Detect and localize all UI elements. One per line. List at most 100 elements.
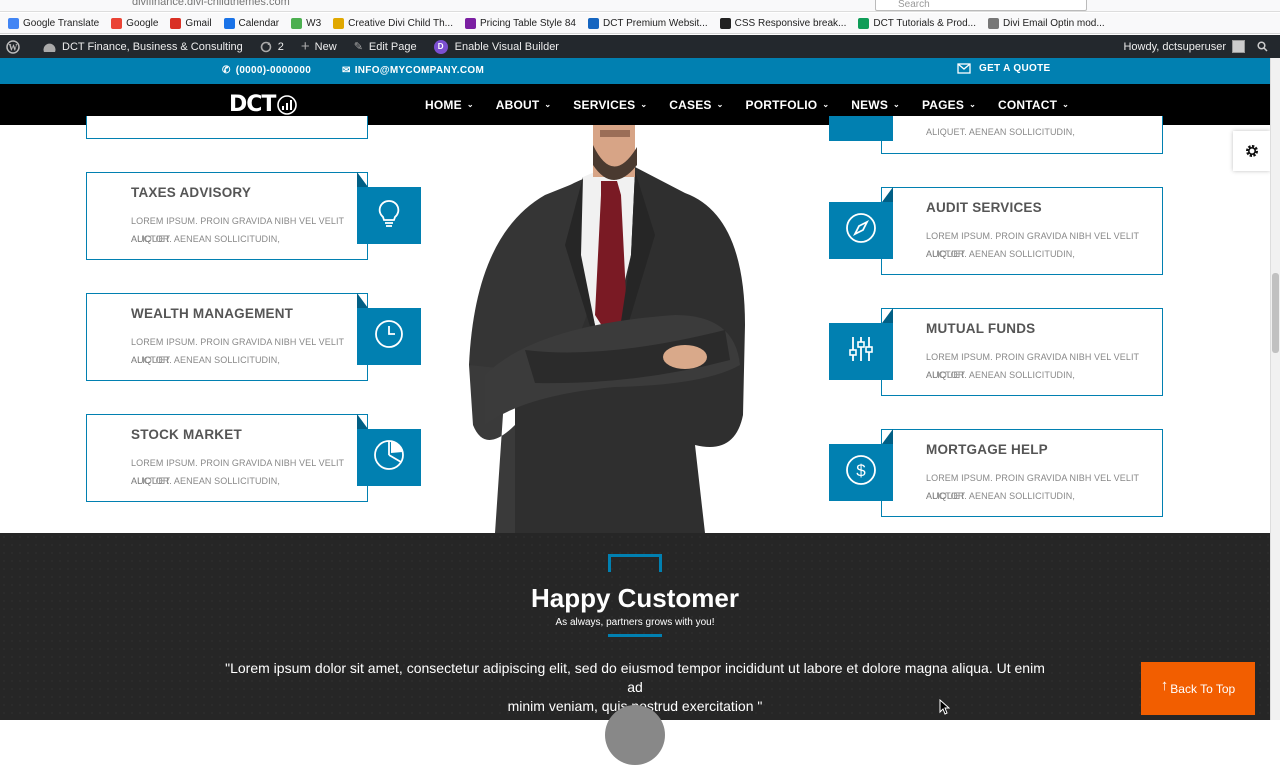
service-icon-box (829, 202, 893, 259)
wordpress-logo-icon[interactable]: W (6, 39, 26, 54)
service-title: AUDIT SERVICES (926, 200, 1042, 215)
edit-page-label: Edit Page (368, 40, 417, 53)
bookmark-item[interactable]: Pricing Table Style 84 (465, 17, 576, 29)
email-address: INFO@MYCOMPANY.COM (354, 65, 485, 76)
bookmark-item[interactable]: Google (111, 17, 159, 29)
updates-count: 2 (277, 40, 284, 53)
nav-item-pages[interactable]: PAGES ⌄ (922, 98, 976, 112)
site-name-link[interactable]: DCT Finance, Business & Consulting (43, 41, 243, 53)
back-to-top-button[interactable]: ↑ Back To Top (1141, 662, 1255, 715)
service-title: STOCK MARKET (131, 427, 242, 442)
dashboard-icon (43, 43, 56, 52)
service-card: AUDIT SERVICES LOREM IPSUM. PROIN GRAVIDA… (881, 187, 1163, 275)
site-logo[interactable]: DCT (229, 92, 298, 117)
nav-item-portfolio[interactable]: PORTFOLIO ⌄ (746, 98, 830, 112)
bookmark-label: CSS Responsive break... (734, 17, 847, 29)
new-content-link[interactable]: + New (301, 38, 337, 55)
bookmark-label: W3 (306, 17, 322, 29)
nav-item-cases[interactable]: CASES ⌄ (669, 98, 723, 112)
service-icon-box-partial (829, 116, 893, 141)
search-icon[interactable] (1257, 41, 1268, 52)
bookmarks-bar: Google Translate Google Gmail Calendar W3 Cre… (0, 13, 1280, 34)
arrow-up-icon: ↑ (1160, 677, 1169, 694)
nav-item-services[interactable]: SERVICES ⌄ (573, 98, 647, 112)
bookmark-label: Google (126, 17, 159, 29)
visual-builder-link[interactable]: D Enable Visual Builder (433, 39, 559, 54)
service-icon-box (357, 308, 421, 365)
url-text[interactable]: divifinance.divi-childthemes.com (132, 0, 290, 8)
nav-item-label: CONTACT (997, 97, 1058, 112)
nav-item-about[interactable]: ABOUT ⌄ (496, 98, 552, 112)
bookmark-label: Creative Divi Child Th... (348, 17, 453, 29)
nav-item-label: NEWS (851, 97, 889, 112)
site-name-label: DCT Finance, Business & Consulting (62, 40, 243, 53)
bookmark-item[interactable]: CSS Responsive break... (719, 17, 847, 29)
translate-icon (8, 17, 19, 29)
calendar-icon (223, 17, 235, 29)
service-title: TAXES ADVISORY (131, 185, 252, 200)
service-title: WEALTH MANAGEMENT (131, 306, 294, 321)
icon-box-fold (882, 187, 893, 202)
service-desc: ALIQUET. AENEAN SOLLICITUDIN, (926, 249, 1075, 259)
scrollbar-thumb[interactable] (1272, 273, 1279, 353)
service-card: MORTGAGE HELP LOREM IPSUM. PROIN GRAVIDA … (881, 429, 1163, 517)
bookmark-label: DCT Tutorials & Prod... (873, 17, 976, 29)
icon-box-fold (882, 429, 893, 444)
get-quote-link[interactable]: GET A QUOTE (957, 63, 1050, 74)
service-desc: ALIQUET. AENEAN SOLLICITUDIN, (131, 355, 280, 365)
chevron-down-icon: ⌄ (969, 100, 976, 109)
bookmark-item[interactable]: DCT Premium Websit... (587, 17, 708, 29)
refresh-icon (260, 41, 272, 52)
nav-item-news[interactable]: NEWS ⌄ (851, 98, 900, 112)
avatar (1232, 40, 1245, 53)
pie-chart-icon (373, 439, 405, 476)
browser-search-input[interactable]: Search (875, 0, 1087, 11)
service-card: STOCK MARKET LOREM IPSUM. PROIN GRAVIDA N… (86, 414, 368, 502)
service-card: TAXES ADVISORY LOREM IPSUM. PROIN GRAVIDA… (86, 172, 368, 260)
logo-chart-icon (277, 94, 298, 115)
howdy-label: Howdy, dctsuperuser (1123, 40, 1226, 53)
icon-box-fold (357, 172, 368, 187)
email-link[interactable]: ✉ INFO@MYCOMPANY.COM (342, 65, 484, 76)
visual-builder-label: Enable Visual Builder (454, 40, 559, 53)
bookmark-item[interactable]: Creative Divi Child Th... (333, 17, 453, 29)
chevron-down-icon: ⌄ (640, 100, 648, 109)
icon-box-fold (357, 293, 368, 308)
bookmark-item[interactable]: DCT Tutorials & Prod... (858, 17, 976, 29)
bookmark-item[interactable]: Divi Email Optin mod... (988, 17, 1105, 29)
clock-icon (374, 319, 404, 354)
wp-admin-bar: W DCT Finance, Business & Consulting 2 +… (0, 35, 1280, 58)
nav-item-contact[interactable]: CONTACT ⌄ (998, 98, 1069, 112)
nav-item-home[interactable]: HOME ⌄ (425, 98, 474, 112)
service-desc: ALIQUET. AENEAN SOLLICITUDIN, (131, 476, 280, 486)
title-underline (608, 634, 662, 637)
page-scrollbar[interactable] (1270, 58, 1280, 720)
contact-top-bar: ✆ (0000)-0000000 ✉ INFO@MYCOMPANY.COM GE… (0, 58, 1270, 84)
get-quote-label: GET A QUOTE (979, 63, 1051, 74)
back-to-top-label: Back To Top (1170, 681, 1236, 696)
updates-link[interactable]: 2 (260, 41, 284, 53)
phone-link[interactable]: ✆ (0000)-0000000 (222, 65, 311, 76)
edit-page-link[interactable]: ✎ Edit Page (354, 40, 417, 54)
bookmark-item[interactable]: W3 (291, 17, 322, 29)
jr-icon (465, 17, 476, 29)
customer-avatar (605, 705, 665, 765)
mouse-cursor-icon (939, 699, 950, 715)
bookmark-item[interactable]: Gmail (170, 17, 212, 29)
section-decoration (608, 554, 662, 572)
service-desc: ALIQUET. AENEAN SOLLICITUDIN, (926, 370, 1075, 380)
quote-line-1: "Lorem ipsum dolor sit amet, consectetur… (225, 660, 1045, 695)
bookmark-label: Divi Email Optin mod... (1003, 17, 1105, 29)
chevron-down-icon: ⌄ (544, 100, 552, 109)
settings-gear-button[interactable] (1233, 131, 1270, 171)
chevron-down-icon: ⌄ (822, 100, 830, 109)
phone-icon: ✆ (222, 65, 231, 76)
browser-url-bar[interactable]: divifinance.divi-childthemes.com Search (0, 0, 1280, 12)
bookmark-item[interactable]: Google Translate (8, 17, 99, 29)
bookmark-item[interactable]: Calendar (223, 17, 279, 29)
github-icon (719, 17, 731, 29)
wp-account-menu[interactable]: Howdy, dctsuperuser (1123, 35, 1268, 58)
lightbulb-icon (376, 199, 402, 232)
service-desc: ALIQUET. AENEAN SOLLICITUDIN, (926, 491, 1075, 501)
google-icon (111, 17, 123, 29)
